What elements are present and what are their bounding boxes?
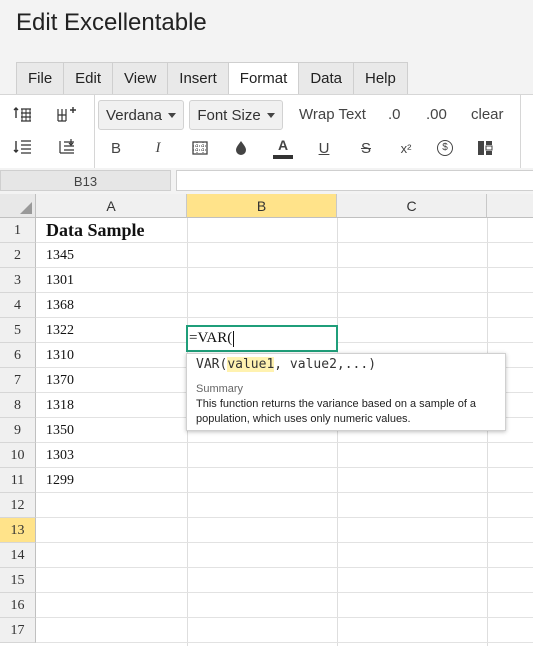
chevron-down-icon <box>167 112 176 118</box>
menu-bar: File Edit View Insert Format Data Help <box>0 58 533 95</box>
menu-format[interactable]: Format <box>228 63 300 95</box>
increase-decimal-button[interactable]: .00 <box>426 100 447 130</box>
cell-reference-box[interactable]: B13 <box>0 170 171 191</box>
wrap-text-button[interactable]: Wrap Text <box>299 100 366 130</box>
row-header-13[interactable]: 13 <box>0 518 36 543</box>
title-bar: Edit Excellentable <box>0 0 533 58</box>
row-header-12[interactable]: 12 <box>0 493 36 518</box>
app-title: Edit Excellentable <box>16 9 207 36</box>
cell-a11[interactable]: 1299 <box>36 468 187 493</box>
row-header-17[interactable]: 17 <box>0 618 36 643</box>
summary-text: This function returns the variance based… <box>196 398 477 425</box>
column-header-b[interactable]: B <box>187 194 337 218</box>
function-name: VAR( <box>196 357 228 372</box>
row-column-tools <box>0 95 95 169</box>
function-hint-popup: VAR(value1, value2,...) Summary This fun… <box>186 353 506 431</box>
row-header-8[interactable]: 8 <box>0 393 36 418</box>
insert-column-right-icon[interactable] <box>55 103 79 127</box>
row-header-6[interactable]: 6 <box>0 343 36 368</box>
currency-icon: $ <box>437 140 453 156</box>
borders-icon[interactable] <box>187 135 213 161</box>
remaining-parameters: , value2,...) <box>274 357 377 372</box>
cell-a2[interactable]: 1345 <box>36 243 187 268</box>
format-toolbar: Verdana Font Size Wrap Text .0 .00 clear… <box>0 94 533 169</box>
cell-a4[interactable]: 1368 <box>36 293 187 318</box>
menu-insert[interactable]: Insert <box>168 63 229 95</box>
column-header-c[interactable]: C <box>337 194 487 218</box>
menu-help[interactable]: Help <box>354 63 407 95</box>
decrease-decimal-button[interactable]: .0 <box>388 100 401 130</box>
menu-file[interactable]: File <box>17 63 65 95</box>
font-size-dropdown[interactable]: Font Size <box>189 100 283 130</box>
cell-a17[interactable] <box>36 618 187 643</box>
clear-format-button[interactable]: clear <box>471 100 504 130</box>
cell-a14[interactable] <box>36 543 187 568</box>
cell-editor-b13[interactable]: =VAR( <box>186 325 338 352</box>
cell-a13[interactable] <box>36 518 187 543</box>
text-cursor <box>233 330 235 347</box>
active-parameter: value1 <box>227 357 275 372</box>
cell-a10[interactable]: 1303 <box>36 443 187 468</box>
row-header-11[interactable]: 11 <box>0 468 36 493</box>
font-family-value: Verdana <box>106 106 162 124</box>
indent-decrease-icon[interactable] <box>11 135 35 159</box>
fill-color-icon[interactable] <box>228 135 254 161</box>
select-all-corner[interactable] <box>0 194 36 218</box>
function-signature: VAR(value1, value2,...) <box>196 357 376 372</box>
insert-row-above-icon[interactable] <box>11 103 35 127</box>
cell-a9[interactable]: 1350 <box>36 418 187 443</box>
row-header-16[interactable]: 16 <box>0 593 36 618</box>
font-color-swatch <box>273 154 293 159</box>
cell-a3[interactable]: 1301 <box>36 268 187 293</box>
cell-a8[interactable]: 1318 <box>36 393 187 418</box>
formula-bar: B13 <box>0 168 533 194</box>
row-header-2[interactable]: 2 <box>0 243 36 268</box>
font-family-dropdown[interactable]: Verdana <box>98 100 184 130</box>
select-all-icon <box>20 202 32 214</box>
row-header-9[interactable]: 9 <box>0 418 36 443</box>
font-size-value: Font Size <box>197 106 261 124</box>
font-color-letter: A <box>277 136 289 153</box>
cell-a12[interactable] <box>36 493 187 518</box>
editor-text: =VAR( <box>189 330 233 346</box>
menu-view[interactable]: View <box>113 63 169 95</box>
chevron-down-icon <box>266 112 275 118</box>
menu-data[interactable]: Data <box>299 63 354 95</box>
menu-tabs: File Edit View Insert Format Data Help <box>16 62 408 95</box>
row-header-3[interactable]: 3 <box>0 268 36 293</box>
column-header-d[interactable] <box>487 194 533 218</box>
italic-button[interactable]: I <box>145 135 171 161</box>
cell-a5[interactable]: 1322 <box>36 318 187 343</box>
column-gridline <box>187 218 188 646</box>
menu-edit[interactable]: Edit <box>64 63 114 95</box>
formula-input[interactable] <box>176 170 533 191</box>
row-header-5[interactable]: 5 <box>0 318 36 343</box>
row-header-14[interactable]: 14 <box>0 543 36 568</box>
row-header-4[interactable]: 4 <box>0 293 36 318</box>
row-header-1[interactable]: 1 <box>0 218 36 243</box>
column-header-a[interactable]: A <box>36 194 187 218</box>
row-header-7[interactable]: 7 <box>0 368 36 393</box>
conditional-format-icon[interactable] <box>472 135 498 161</box>
cell-a15[interactable] <box>36 568 187 593</box>
text-format-tools: Verdana Font Size Wrap Text .0 .00 clear… <box>94 95 521 169</box>
row-header-15[interactable]: 15 <box>0 568 36 593</box>
cell-a6[interactable]: 1310 <box>36 343 187 368</box>
underline-button[interactable]: U <box>311 135 337 161</box>
bold-button[interactable]: B <box>103 135 129 161</box>
strikethrough-button[interactable]: S <box>353 135 379 161</box>
column-gridline <box>337 218 338 646</box>
font-color-button[interactable]: A <box>270 135 296 161</box>
summary-heading: Summary <box>196 383 244 395</box>
indent-increase-icon[interactable] <box>55 135 79 159</box>
superscript-button[interactable]: x² <box>393 135 419 161</box>
currency-button[interactable]: $ <box>432 135 458 161</box>
cell-a7[interactable]: 1370 <box>36 368 187 393</box>
column-gridline <box>487 218 488 646</box>
cell-a1[interactable]: Data Sample <box>36 218 187 243</box>
cell-a16[interactable] <box>36 593 187 618</box>
row-header-10[interactable]: 10 <box>0 443 36 468</box>
